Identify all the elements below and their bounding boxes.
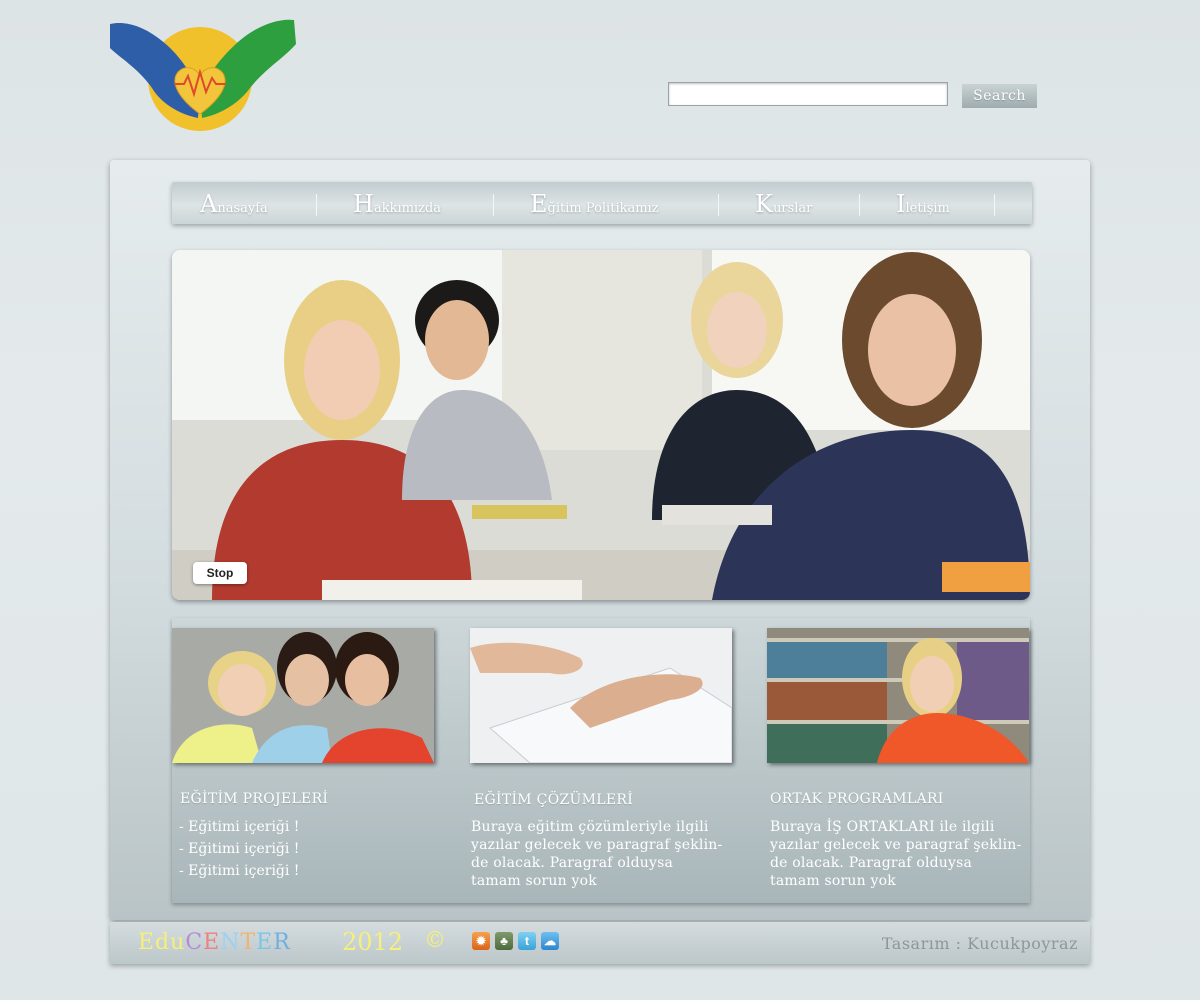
solutions-text-line: tamam sorun yok [471, 873, 597, 889]
partners-title: ORTAK PROGRAMLARI [770, 791, 944, 807]
thumb-keyboard-image[interactable] [470, 628, 732, 763]
projects-list-item[interactable]: - Eğitimi içeriği ! [179, 838, 299, 860]
twitter-icon[interactable]: t [518, 932, 536, 950]
projects-list-item[interactable]: - Eğitimi içeriği ! [179, 860, 299, 882]
nav-divider [493, 194, 494, 216]
nav-egitim-politikamiz[interactable]: Eğitim Politikamız [530, 182, 659, 224]
partners-text-line: yazılar gelecek ve paragraf şeklin- [770, 837, 1022, 853]
partners-text-line: de olacak. Paragraf olduysa [770, 855, 973, 871]
nav-divider [994, 194, 995, 216]
solutions-title: EĞİTİM ÇÖZÜMLERİ [474, 792, 634, 808]
nav-divider [718, 194, 719, 216]
solutions-text-line: de olacak. Paragraf olduysa [471, 855, 674, 871]
slider-stop-button[interactable]: Stop [193, 562, 247, 584]
thumb-library-image[interactable] [767, 628, 1029, 763]
main-nav: Anasayfa Hakkımızda Eğitim Politikamız K… [172, 182, 1032, 224]
projects-list-item[interactable]: - Eğitimi içeriği ! [179, 816, 299, 838]
cloud-icon[interactable]: ☁ [541, 932, 559, 950]
nav-hakkimizda[interactable]: Hakkımızda [353, 182, 441, 224]
girls-photo-illustration [172, 628, 434, 763]
nav-anasayfa[interactable]: Anasayfa [200, 182, 268, 224]
partners-text-line: tamam sorun yok [770, 873, 896, 889]
projects-list: - Eğitimi içeriği ! - Eğitimi içeriği ! … [179, 816, 299, 882]
nav-iletisim[interactable]: Iletişim [896, 182, 950, 224]
nav-kurslar[interactable]: Kurslar [755, 182, 812, 224]
footer-brand: EduCENTER [138, 930, 291, 955]
partners-text: Buraya İŞ ORTAKLARI ile ilgili yazılar g… [770, 818, 1035, 890]
keyboard-photo-illustration [470, 628, 732, 763]
solutions-text-line: Buraya eğitim çözümleriyle ilgili [471, 819, 709, 835]
solutions-text-line: yazılar gelecek ve paragraf şeklin- [471, 837, 723, 853]
partners-text-line: Buraya İŞ ORTAKLARI ile ilgili [770, 819, 995, 835]
solutions-text: Buraya eğitim çözümleriyle ilgili yazıla… [471, 818, 736, 890]
logo-hands-heart[interactable] [108, 18, 298, 136]
search-button[interactable]: Search [962, 84, 1037, 108]
footer-year: 2012 [342, 928, 404, 956]
thumb-girls-image[interactable] [172, 628, 434, 763]
hero-students-illustration [172, 250, 1030, 600]
nav-divider [859, 194, 860, 216]
projects-title: EĞİTİM PROJELERİ [180, 791, 329, 807]
footer-copyright: © [424, 928, 446, 953]
search-input[interactable] [668, 82, 948, 106]
hero-slider-image[interactable] [172, 250, 1030, 600]
evernote-icon[interactable]: ♣ [495, 932, 513, 950]
nav-divider [316, 194, 317, 216]
footer-credit: Tasarım : Kucukpoyraz [881, 934, 1078, 953]
fire-icon[interactable]: ✹ [472, 932, 490, 950]
library-photo-illustration [767, 628, 1029, 763]
